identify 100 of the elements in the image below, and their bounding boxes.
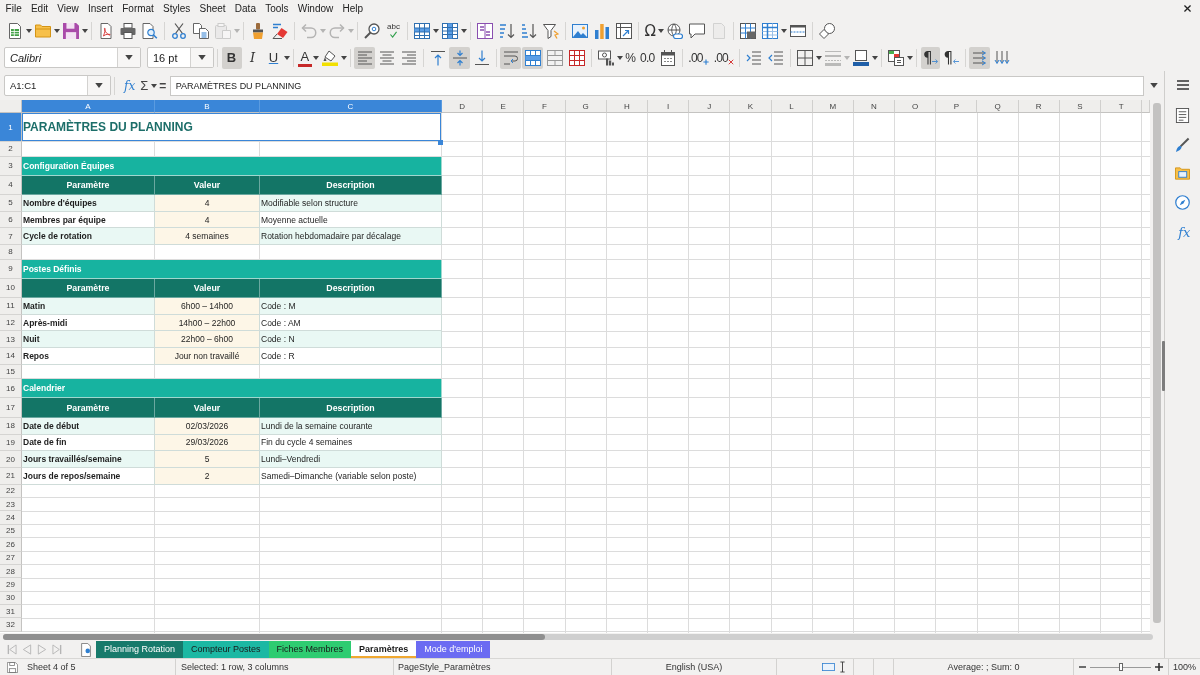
caret-icon[interactable] xyxy=(82,28,88,33)
eraser-icon[interactable] xyxy=(272,22,288,39)
caret-icon[interactable] xyxy=(616,55,623,60)
column-header[interactable]: I xyxy=(647,100,690,113)
funnel-icon[interactable] xyxy=(543,22,559,39)
copy-icon[interactable] xyxy=(193,22,209,39)
left-to-right-button[interactable]: ¶ xyxy=(920,46,941,69)
list-panel-icon[interactable] xyxy=(1175,108,1190,123)
pivot-table-icon[interactable] xyxy=(616,22,632,39)
sort-icon[interactable] xyxy=(477,22,493,39)
menu-item[interactable]: Tools xyxy=(260,1,294,16)
align-left-button[interactable] xyxy=(354,46,376,69)
menu-icon[interactable] xyxy=(1176,80,1189,90)
sheet-tab[interactable]: Planning Rotation xyxy=(96,641,184,658)
row-header[interactable]: 26 xyxy=(0,538,22,552)
menu-item[interactable]: View xyxy=(52,1,84,16)
border-color-icon[interactable] xyxy=(853,49,870,66)
function-wizard-button[interactable]: fx xyxy=(122,75,138,96)
column-header[interactable]: P xyxy=(936,100,978,113)
column-header[interactable]: F xyxy=(524,100,566,113)
caret-icon[interactable] xyxy=(150,83,157,88)
row-header[interactable]: 29 xyxy=(0,578,22,592)
freeze-panes-icon[interactable] xyxy=(762,22,779,39)
row-header[interactable]: 4 xyxy=(0,175,22,195)
column-header[interactable]: M xyxy=(812,100,854,113)
column-header[interactable]: J xyxy=(689,100,731,113)
caret-icon[interactable] xyxy=(284,55,290,60)
align-middle-button[interactable] xyxy=(449,46,471,69)
caret-icon[interactable] xyxy=(781,28,788,33)
caret-icon[interactable] xyxy=(816,55,823,60)
spelling-button[interactable]: abc xyxy=(383,19,404,42)
horizontal-scrollbar[interactable] xyxy=(3,634,1153,640)
special-character-button[interactable]: Ω xyxy=(642,19,658,42)
paintbrush-icon[interactable] xyxy=(250,22,266,39)
caret-icon[interactable] xyxy=(907,55,914,60)
bold-button[interactable]: B xyxy=(221,46,242,69)
caret-icon[interactable] xyxy=(340,55,347,60)
column-header[interactable]: Q xyxy=(977,100,1019,113)
merged-grid-icon[interactable] xyxy=(546,49,563,66)
menu-item[interactable]: Window xyxy=(293,1,338,16)
column-header[interactable]: H xyxy=(606,100,648,113)
column-header[interactable]: N xyxy=(853,100,896,113)
scissors-icon[interactable] xyxy=(171,22,187,39)
menu-item[interactable]: Sheet xyxy=(194,1,231,16)
sidebar-grip[interactable] xyxy=(1162,341,1165,391)
split-window-icon[interactable] xyxy=(790,22,807,39)
number-format-button[interactable]: 0.0 xyxy=(638,46,657,69)
print-area-icon[interactable] xyxy=(740,22,757,39)
language-status[interactable]: English (USA) xyxy=(665,662,723,672)
column-header[interactable]: R xyxy=(1018,100,1060,113)
underline-button[interactable]: U xyxy=(263,46,284,69)
row-header[interactable]: 13 xyxy=(0,331,22,349)
row-header[interactable]: 31 xyxy=(0,605,22,619)
highlighter-icon[interactable] xyxy=(321,49,338,66)
sort-descending-icon[interactable] xyxy=(521,22,537,39)
caret-icon[interactable] xyxy=(1150,83,1158,88)
column-header[interactable]: A xyxy=(22,100,155,113)
column-header[interactable]: D xyxy=(442,100,484,113)
sheet-tab[interactable]: Fiches Membres xyxy=(268,641,352,658)
row-header[interactable]: 8 xyxy=(0,245,22,260)
menu-item[interactable]: Help xyxy=(337,1,368,16)
column-header[interactable]: C xyxy=(260,100,442,113)
add-sheet-icon[interactable] xyxy=(81,642,91,657)
spreadsheet-icon[interactable] xyxy=(7,22,23,39)
column-header[interactable]: O xyxy=(895,100,937,113)
functions-button[interactable]: fx xyxy=(1177,224,1192,240)
conditional-format-icon[interactable] xyxy=(888,49,905,66)
font-name-field[interactable]: Calibri xyxy=(4,47,141,68)
font-size-field[interactable]: 16 pt xyxy=(147,47,214,68)
row-header[interactable]: 32 xyxy=(0,618,22,632)
column-header[interactable]: G xyxy=(565,100,607,113)
borders-icon[interactable] xyxy=(797,49,814,66)
column-header[interactable]: B xyxy=(155,100,260,113)
slider-thumb[interactable] xyxy=(1118,663,1123,671)
shapes-icon[interactable] xyxy=(819,22,836,39)
column-header[interactable]: L xyxy=(771,100,813,113)
menu-item[interactable]: Styles xyxy=(158,1,195,16)
menu-item[interactable]: Insert xyxy=(83,1,118,16)
sheet-tab[interactable]: Mode d'emploi xyxy=(416,641,491,658)
pen-icon[interactable] xyxy=(1175,137,1190,152)
table-columns-icon[interactable] xyxy=(442,22,458,39)
caret-icon[interactable] xyxy=(312,55,319,60)
percent-button[interactable]: % xyxy=(623,46,638,69)
row-header[interactable]: 17 xyxy=(0,398,22,418)
formula-button[interactable]: = xyxy=(157,75,169,96)
row-header[interactable]: 2 xyxy=(0,142,22,157)
column-header[interactable]: K xyxy=(730,100,772,113)
compass-icon[interactable] xyxy=(1175,195,1190,210)
menu-item[interactable]: Format xyxy=(117,1,159,16)
delete-decimal-button[interactable]: .00 xyxy=(711,46,736,69)
fill-handle[interactable] xyxy=(438,140,443,145)
dropdown-button[interactable] xyxy=(190,48,213,67)
column-header[interactable]: T xyxy=(1101,100,1143,113)
wrap-text-button[interactable] xyxy=(500,46,522,69)
row-header[interactable]: 16 xyxy=(0,379,22,399)
plus-icon[interactable] xyxy=(1155,663,1163,671)
speech-bubble-icon[interactable] xyxy=(689,22,706,39)
menu-item[interactable]: Data xyxy=(230,1,261,16)
split-grid-icon[interactable] xyxy=(568,49,585,66)
caret-icon[interactable] xyxy=(433,28,439,33)
